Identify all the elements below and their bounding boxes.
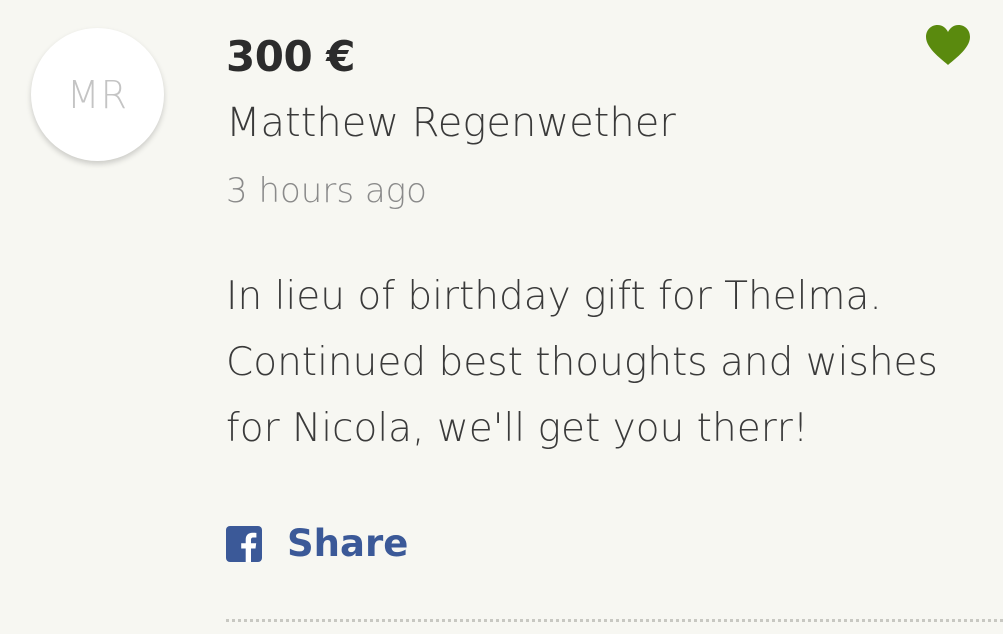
donation-amount: 300 € (226, 32, 356, 81)
timestamp: 3 hours ago (226, 171, 427, 211)
donation-message: In lieu of birthday gift for Thelma. Con… (226, 274, 938, 451)
donor-name: Matthew Regenwether (226, 100, 676, 146)
divider (226, 619, 1003, 622)
avatar: MR (31, 28, 164, 161)
facebook-icon (226, 526, 262, 562)
share-label: Share (287, 522, 409, 565)
avatar-initials: MR (66, 72, 129, 117)
heart-icon[interactable] (924, 24, 972, 66)
share-button[interactable]: Share (226, 520, 408, 568)
